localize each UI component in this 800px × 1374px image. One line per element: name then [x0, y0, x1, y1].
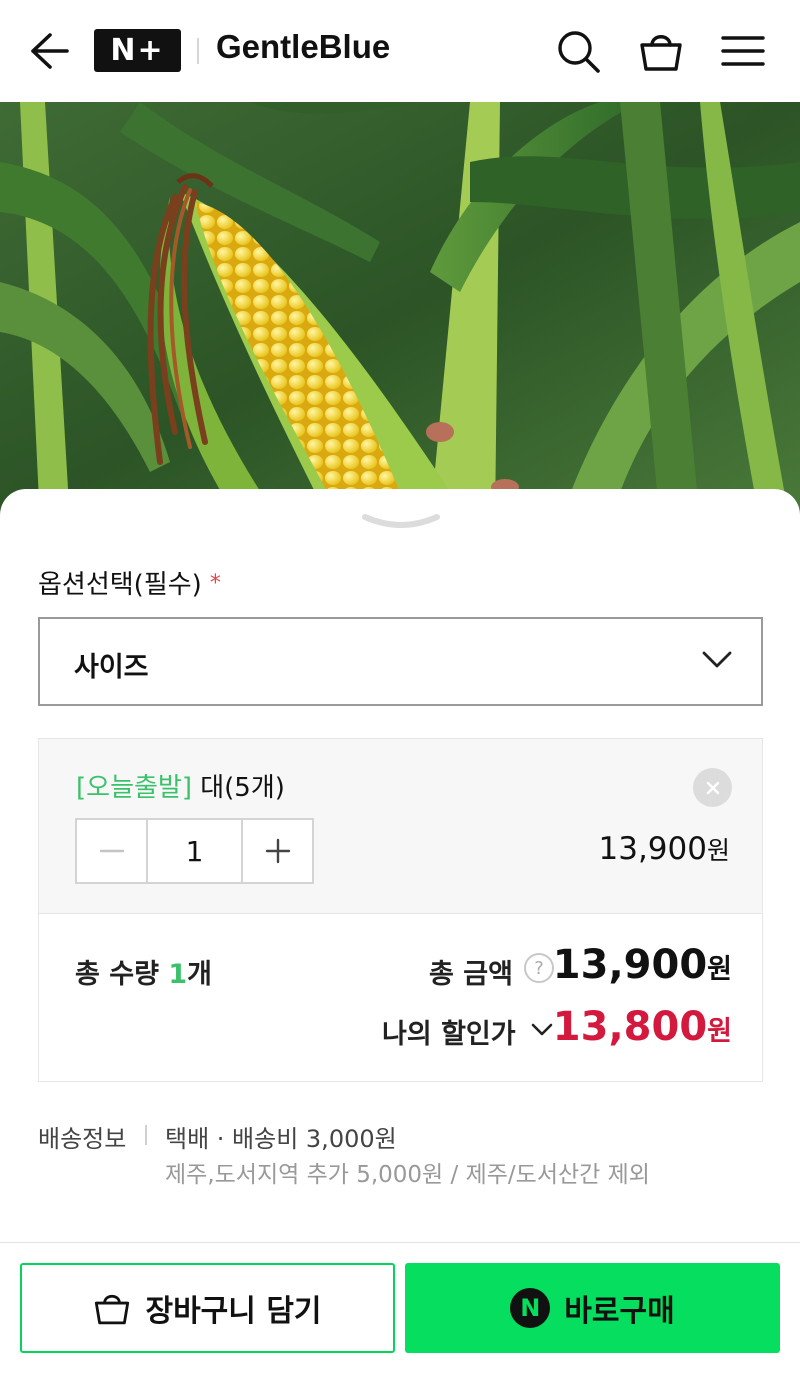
- header-divider: [197, 38, 199, 64]
- top-nav-bar: N+ GentleBlue: [0, 0, 800, 102]
- option-section-title: 옵션선택(필수) *: [38, 564, 221, 601]
- buy-now-label: 바로구매: [564, 1294, 675, 1329]
- total-quantity-value: 1: [168, 959, 188, 990]
- total-quantity: 총 수량 1개: [75, 952, 212, 991]
- increase-quantity-button[interactable]: [243, 820, 312, 882]
- decrease-quantity-button[interactable]: [77, 820, 146, 882]
- plus-icon: [265, 838, 290, 864]
- total-amount-value: 13,900: [552, 942, 708, 988]
- shipping-info-label: 배송정보: [38, 1125, 127, 1153]
- option-price-value: 13,900: [598, 831, 707, 867]
- shipping-fee-text: 택배 · 배송비 3,000원: [165, 1125, 397, 1153]
- option-bottom-sheet: 옵션선택(필수) * 사이즈 [오늘출발] 대(5개) 1 13,900원 총 …: [0, 489, 800, 1374]
- option-price-unit: 원: [706, 836, 730, 865]
- required-mark: *: [209, 571, 221, 596]
- close-icon: [706, 781, 719, 794]
- select-value: 사이즈: [74, 652, 149, 683]
- discount-amount: 13,800원: [553, 1004, 732, 1050]
- order-total-summary: 총 수량 1개 총 금액 ? 13,900원 나의 할인가 13,800원: [38, 914, 763, 1082]
- remove-option-button[interactable]: [693, 768, 732, 807]
- shipping-separator: [145, 1125, 147, 1145]
- minus-icon: [99, 849, 124, 853]
- option-price: 13,900원: [599, 831, 731, 867]
- quantity-stepper: 1: [75, 818, 314, 884]
- option-title-text: 옵션선택(필수): [38, 570, 202, 600]
- chevron-down-icon[interactable]: [530, 1022, 554, 1038]
- discount-amount-unit: 원: [707, 1016, 732, 1047]
- add-to-cart-label: 장바구니 담기: [145, 1294, 322, 1329]
- menu-icon[interactable]: [720, 28, 766, 74]
- naver-n-icon: N: [510, 1288, 551, 1328]
- naver-plus-logo[interactable]: N+: [94, 29, 181, 72]
- action-divider: [0, 1242, 800, 1243]
- quantity-value[interactable]: 1: [146, 820, 243, 882]
- search-icon[interactable]: [555, 28, 601, 74]
- chevron-down-icon: [702, 651, 732, 668]
- product-image: [0, 102, 800, 522]
- corn-product-image: [0, 102, 800, 522]
- add-to-cart-button[interactable]: 장바구니 담기: [20, 1263, 395, 1353]
- shopping-bag-icon[interactable]: [638, 28, 684, 74]
- size-select[interactable]: 사이즈: [38, 617, 763, 706]
- my-discount-price-toggle[interactable]: 나의 할인가: [382, 1012, 516, 1051]
- total-quantity-label: 총 수량: [75, 959, 169, 990]
- shipping-extra-text: 제주,도서지역 추가 5,000원 / 제주/도서산간 제외: [165, 1162, 650, 1188]
- buy-now-button[interactable]: N 바로구매: [405, 1263, 780, 1353]
- shopping-bag-icon: [95, 1294, 130, 1325]
- total-quantity-unit: 개: [187, 959, 212, 990]
- selected-option-name: [오늘출발] 대(5개): [76, 767, 285, 804]
- today-dispatch-tag: [오늘출발]: [76, 773, 192, 803]
- total-amount-unit: 원: [707, 954, 732, 985]
- back-arrow-icon[interactable]: [28, 31, 70, 71]
- option-name-text: 대(5개): [191, 773, 285, 803]
- selected-option-item: [오늘출발] 대(5개) 1 13,900원: [38, 738, 763, 914]
- total-amount-label: 총 금액: [429, 959, 513, 990]
- help-icon[interactable]: ?: [524, 953, 554, 983]
- sheet-collapse-handle-icon[interactable]: [361, 511, 441, 537]
- store-brand-name[interactable]: GentleBlue: [216, 28, 390, 66]
- logo-text: N+: [110, 33, 165, 68]
- total-amount: 13,900원: [553, 942, 732, 988]
- discount-amount-value: 13,800: [552, 1004, 708, 1050]
